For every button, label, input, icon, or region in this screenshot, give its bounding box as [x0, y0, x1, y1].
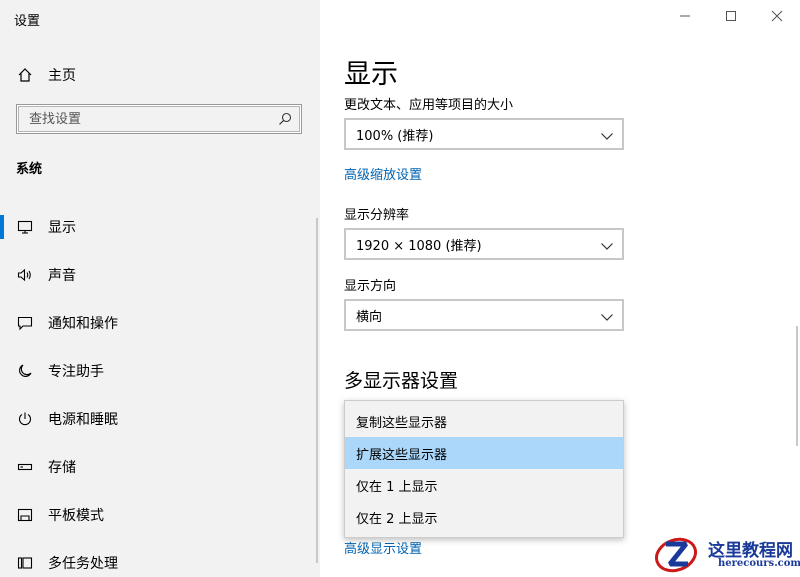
multitask-icon [16, 554, 34, 572]
titlebar-controls [662, 0, 800, 32]
close-button[interactable] [754, 0, 800, 32]
sidebar-item-label: 通知和操作 [48, 316, 118, 332]
app-title: 设置 [14, 14, 41, 29]
chevron-down-icon [600, 309, 614, 323]
sidebar: 设置 主页 系统 显示 [0, 0, 320, 577]
watermark-z-icon [655, 537, 697, 573]
moon-icon [16, 362, 34, 380]
scale-dropdown-value: 100% (推荐) [356, 128, 434, 144]
sidebar-item-label: 专注助手 [48, 364, 104, 380]
monitor-icon [16, 218, 34, 236]
power-icon [16, 410, 34, 428]
main-content: 显示 更改文本、应用等项目的大小 100% (推荐) 高级缩放设置 显示分辨率 … [320, 0, 800, 577]
sidebar-item-label: 平板模式 [48, 508, 104, 524]
multi-display-menu: 复制这些显示器 扩展这些显示器 仅在 1 上显示 仅在 2 上显示 [344, 400, 624, 538]
sidebar-item-display[interactable]: 显示 [0, 209, 320, 257]
sidebar-item-label: 电源和睡眠 [48, 412, 118, 428]
search-input[interactable] [27, 106, 271, 132]
watermark-logo: 这里教程网 herecours.com [652, 532, 800, 577]
maximize-icon [725, 7, 737, 26]
menu-item-extend[interactable]: 扩展这些显示器 [345, 437, 623, 469]
sidebar-item-label: 主页 [48, 68, 76, 84]
sidebar-item-notifications[interactable]: 通知和操作 [0, 305, 320, 353]
home-icon [16, 66, 34, 84]
sidebar-item-tablet-mode[interactable]: 平板模式 [0, 497, 320, 545]
section-header: 系统 [16, 162, 43, 177]
sidebar-item-home[interactable]: 主页 [0, 60, 320, 90]
menu-item-only-2[interactable]: 仅在 2 上显示 [345, 501, 623, 533]
sidebar-item-label: 显示 [48, 220, 76, 236]
watermark-text-en: herecours.com [718, 558, 800, 569]
multi-display-title: 多显示器设置 [344, 370, 459, 392]
menu-item-duplicate[interactable]: 复制这些显示器 [345, 405, 623, 437]
orientation-dropdown[interactable]: 横向 [344, 299, 624, 331]
sidebar-item-label: 多任务处理 [48, 556, 118, 572]
sidebar-item-label: 存储 [48, 460, 76, 476]
tablet-icon [16, 506, 34, 524]
scale-dropdown[interactable]: 100% (推荐) [344, 118, 624, 150]
sidebar-item-label: 声音 [48, 268, 76, 284]
advanced-scaling-link[interactable]: 高级缩放设置 [344, 164, 422, 183]
sidebar-nav-list: 显示 声音 通知和操作 专注助手 电源和睡眠 存储 平板模式 多任务处理 [0, 209, 320, 577]
sidebar-scrollbar[interactable] [316, 218, 318, 563]
advanced-display-link[interactable]: 高级显示设置 [344, 538, 422, 557]
sidebar-item-multitasking[interactable]: 多任务处理 [0, 545, 320, 577]
search-icon[interactable] [277, 111, 293, 127]
search-box[interactable] [16, 104, 302, 134]
resolution-label: 显示分辨率 [344, 208, 410, 223]
sidebar-item-power[interactable]: 电源和睡眠 [0, 401, 320, 449]
sidebar-item-focus-assist[interactable]: 专注助手 [0, 353, 320, 401]
orientation-dropdown-value: 横向 [356, 309, 383, 325]
resolution-dropdown[interactable]: 1920 × 1080 (推荐) [344, 228, 624, 260]
resolution-dropdown-value: 1920 × 1080 (推荐) [356, 238, 482, 254]
main-scrollbar[interactable] [796, 326, 798, 446]
orientation-label: 显示方向 [344, 279, 397, 294]
maximize-button[interactable] [708, 0, 754, 32]
menu-item-only-1[interactable]: 仅在 1 上显示 [345, 469, 623, 501]
speaker-icon [16, 266, 34, 284]
sidebar-item-sound[interactable]: 声音 [0, 257, 320, 305]
minimize-button[interactable] [662, 0, 708, 32]
sidebar-item-storage[interactable]: 存储 [0, 449, 320, 497]
close-icon [771, 7, 783, 26]
storage-icon [16, 458, 34, 476]
chevron-down-icon [600, 238, 614, 252]
notification-icon [16, 314, 34, 332]
scale-label: 更改文本、应用等项目的大小 [344, 98, 514, 113]
chevron-down-icon [600, 128, 614, 142]
page-title: 显示 [344, 59, 398, 90]
minimize-icon [679, 7, 691, 26]
settings-window: 设置 主页 系统 显示 [0, 0, 800, 577]
